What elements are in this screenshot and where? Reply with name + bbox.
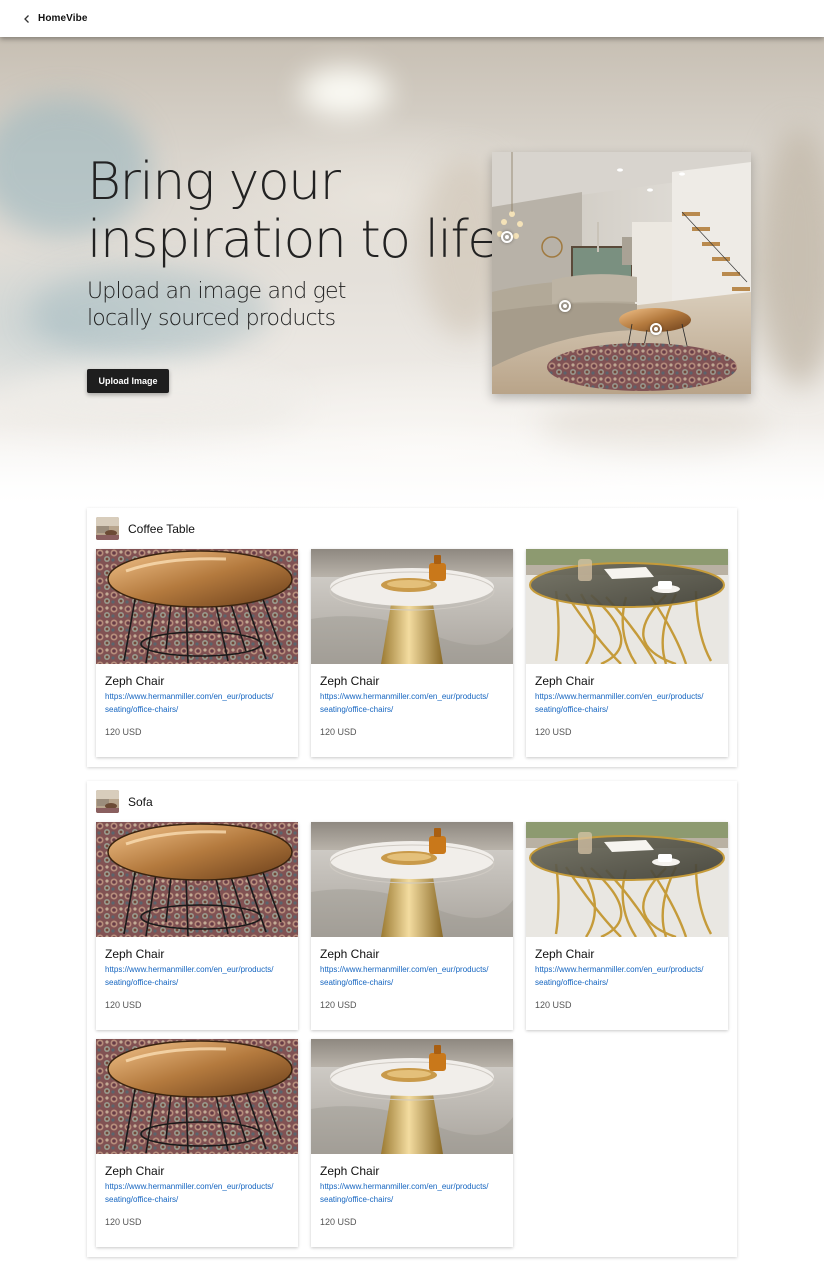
product-image	[96, 549, 298, 664]
uploaded-room-image	[492, 152, 751, 394]
product-image	[311, 1039, 513, 1154]
hero-subtitle-line: locally sourced products	[87, 306, 336, 331]
product-price: 120 USD	[320, 727, 357, 737]
product-image	[96, 1039, 298, 1154]
hotspot-marker[interactable]	[501, 231, 513, 243]
product-card[interactable]: Zeph Chair https://www.hermanmiller.com/…	[311, 822, 513, 1030]
product-card[interactable]: Zeph Chair https://www.hermanmiller.com/…	[526, 822, 728, 1030]
category-thumbnail	[96, 790, 119, 813]
product-price: 120 USD	[105, 1000, 142, 1010]
product-image	[311, 549, 513, 664]
product-card[interactable]: Zeph Chair https://www.hermanmiller.com/…	[311, 1039, 513, 1247]
product-name: Zeph Chair	[105, 674, 165, 688]
product-name: Zeph Chair	[105, 1164, 165, 1178]
product-name: Zeph Chair	[320, 947, 380, 961]
product-image	[96, 822, 298, 937]
product-card[interactable]: Zeph Chair https://www.hermanmiller.com/…	[96, 1039, 298, 1247]
hero-section: Bring your inspiration to life Upload an…	[0, 37, 824, 512]
product-name: Zeph Chair	[320, 1164, 380, 1178]
product-link[interactable]: https://www.hermanmiller.com/en_eur/prod…	[535, 691, 721, 716]
hero-title: Bring your inspiration to life	[87, 152, 499, 270]
product-price: 120 USD	[535, 1000, 572, 1010]
category-thumbnail	[96, 517, 119, 540]
product-name: Zeph Chair	[320, 674, 380, 688]
product-image	[526, 822, 728, 937]
product-card[interactable]: Zeph Chair https://www.hermanmiller.com/…	[96, 549, 298, 757]
top-app-bar: HomeVibe	[0, 0, 824, 37]
product-price: 120 USD	[320, 1000, 357, 1010]
panel-header: Sofa	[96, 790, 153, 813]
hotspot-marker[interactable]	[650, 323, 662, 335]
product-image	[526, 549, 728, 664]
product-link[interactable]: https://www.hermanmiller.com/en_eur/prod…	[320, 1181, 506, 1206]
product-link[interactable]: https://www.hermanmiller.com/en_eur/prod…	[105, 691, 291, 716]
category-title: Coffee Table	[128, 521, 195, 536]
product-link[interactable]: https://www.hermanmiller.com/en_eur/prod…	[320, 964, 506, 989]
panel-header: Coffee Table	[96, 517, 195, 540]
product-card[interactable]: Zeph Chair https://www.hermanmiller.com/…	[311, 549, 513, 757]
product-name: Zeph Chair	[535, 947, 595, 961]
product-price: 120 USD	[535, 727, 572, 737]
product-card[interactable]: Zeph Chair https://www.hermanmiller.com/…	[526, 549, 728, 757]
product-link[interactable]: https://www.hermanmiller.com/en_eur/prod…	[105, 964, 291, 989]
upload-image-button[interactable]: Upload Image	[87, 369, 169, 393]
hotspot-marker[interactable]	[559, 300, 571, 312]
product-name: Zeph Chair	[105, 947, 165, 961]
product-image	[311, 822, 513, 937]
results-panel-sofa: Sofa Zeph Chair https://www.hermanmiller…	[87, 781, 737, 1257]
brand-name: HomeVibe	[38, 13, 88, 24]
product-price: 120 USD	[105, 1217, 142, 1227]
hero-subtitle-line: Upload an image and get	[87, 279, 346, 304]
product-price: 120 USD	[320, 1217, 357, 1227]
results-panel-coffee-table: Coffee Table Zeph Chair https://www.herm…	[87, 508, 737, 767]
back-button[interactable]	[19, 11, 35, 27]
category-title: Sofa	[128, 794, 153, 809]
hero-title-line: Bring your	[87, 152, 341, 212]
chevron-left-icon	[24, 14, 29, 23]
product-price: 120 USD	[105, 727, 142, 737]
product-link[interactable]: https://www.hermanmiller.com/en_eur/prod…	[535, 964, 721, 989]
product-name: Zeph Chair	[535, 674, 595, 688]
product-card[interactable]: Zeph Chair https://www.hermanmiller.com/…	[96, 822, 298, 1030]
product-link[interactable]: https://www.hermanmiller.com/en_eur/prod…	[105, 1181, 291, 1206]
hero-subtitle: Upload an image and get locally sourced …	[87, 278, 387, 332]
hero-title-line: inspiration to life	[87, 210, 499, 270]
product-link[interactable]: https://www.hermanmiller.com/en_eur/prod…	[320, 691, 506, 716]
